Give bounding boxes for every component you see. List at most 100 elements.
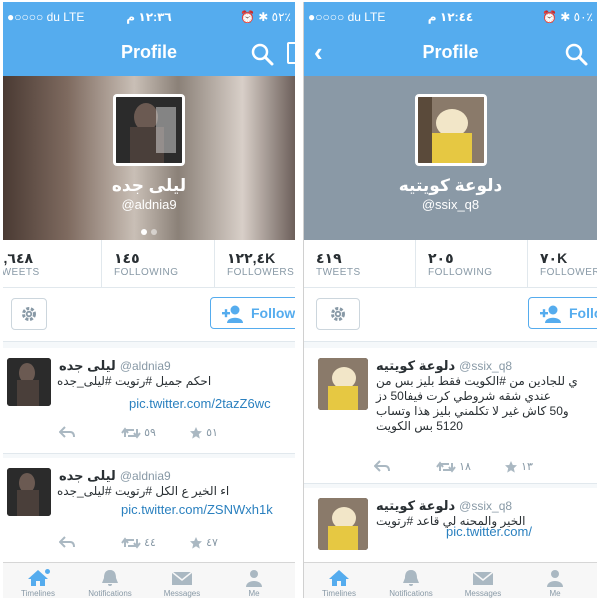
favorite-count: ١٣ [521,461,533,473]
add-user-icon [222,305,243,323]
tab-label: Me [248,589,260,598]
profile-header: ليلى جده @aldnia9 [3,76,295,240]
follow-label: Follow [251,305,295,321]
gear-icon [331,307,345,321]
favorite-count: ٥١ [206,427,218,439]
person-icon [547,570,563,587]
tweet-author-name[interactable]: ليلى جده [59,358,116,373]
profile-name: ليلى جده [111,176,187,195]
stat-following-value: ٢٠٥ [428,250,454,266]
favorite-button[interactable]: ١٣ [504,460,533,474]
stat-tweets[interactable]: ٤١٩ TWEETS [304,240,416,288]
tab-me[interactable]: Me [520,563,590,598]
stat-following-label: FOLLOWING [114,267,179,278]
tweet-header: دلوعة كويتيه @ssix_q8 [376,497,512,515]
status-bar: ●○○○○ du LTE ١٢:٤٤ م ⏰ ✱ ٥٠٪ [304,2,597,32]
bell-icon [403,570,419,586]
tab-messages[interactable]: Messages [448,563,518,598]
gear-icon [22,307,36,321]
page-title: Profile [422,42,479,62]
star-icon [190,537,202,549]
star-icon [190,427,202,439]
retweet-button[interactable]: ٤٤ [121,536,156,549]
search-icon[interactable] [563,41,589,67]
retweet-icon [121,537,141,549]
tweet-author-name[interactable]: ليلى جده [59,468,116,483]
retweet-icon [121,427,141,439]
profile-stats: ٤,٦٤٨ TWEETS ١٤٥ FOLLOWING ١٢٢,٤K FOLLOW… [3,240,295,288]
tweet-media-link[interactable]: pic.twitter.com/2tazZ6wc [129,396,271,411]
tweet-media-link[interactable]: pic.twitter.com/ZSNWxh1k [121,502,273,517]
tweet-author-handle[interactable]: @ssix_q8 [459,499,512,513]
tweet-avatar[interactable] [318,498,368,550]
tab-notifications[interactable]: Notifications [75,563,145,598]
profile-header: دلوعة كويتيه @ssix_q8 [304,76,597,240]
tweet-avatar[interactable] [7,358,51,406]
tab-notifications[interactable]: Notifications [376,563,446,598]
stat-following-label: FOLLOWING [428,267,493,278]
retweet-button[interactable]: ١٨ [436,460,471,473]
header-page-indicator[interactable] [3,222,295,240]
tweet-author-name[interactable]: دلوعة كويتيه [376,498,455,513]
reply-button[interactable] [373,460,390,472]
tweet-author-handle[interactable]: @ssix_q8 [459,359,512,373]
stat-following[interactable]: ١٤٥ FOLLOWING [102,240,215,288]
tweet-avatar[interactable] [318,358,368,410]
stat-following-value: ١٤٥ [114,250,140,266]
reply-icon [58,426,75,438]
favorite-button[interactable]: ٤٧ [189,536,218,550]
settings-button[interactable] [316,298,360,330]
person-icon [246,570,262,587]
stat-tweets[interactable]: ٤,٦٤٨ TWEETS [3,240,102,288]
home-icon [329,570,349,586]
profile-avatar [414,94,487,166]
stat-tweets-value: ٤,٦٤٨ [3,250,34,266]
reply-icon [58,536,75,548]
status-bar: ●○○○○ du LTE ١٢:٣٦ م ⏰ ✱ ٥٢٪ [3,2,295,32]
tweet-author-handle[interactable]: @aldnia9 [120,469,171,483]
tab-timelines[interactable]: Timelines [304,563,374,598]
tweet-author-name[interactable]: دلوعة كويتيه [376,358,455,373]
tweet-avatar[interactable] [7,468,51,516]
stat-following[interactable]: ٢٠٥ FOLLOWING [416,240,528,288]
reply-button[interactable] [58,426,75,438]
tab-timelines[interactable]: Timelines [3,563,73,598]
tweet-item[interactable]: ليلى جده @aldnia9 اء الخير ع الكل #رتويت … [3,458,295,564]
search-icon[interactable] [249,41,275,67]
tab-messages[interactable]: Messages [147,563,217,598]
profile-actions: Follow [3,288,295,342]
follow-button[interactable]: Follow [528,297,597,329]
stat-followers-label: FOLLOWERS [227,267,295,278]
stat-followers[interactable]: ١٢٢,٤K FOLLOWERS [215,240,295,288]
stat-tweets-label: TWEETS [3,267,40,278]
profile-handle: @aldnia9 [121,197,177,212]
tab-bar: Timelines Notifications Messages Me [304,562,597,598]
reply-button[interactable] [58,536,75,548]
stat-followers-value: ٧٠K [540,250,568,266]
profile-avatar [113,94,185,166]
tweet-item[interactable]: دلوعة كويتيه @ssix_q8 ي للجادين من #الكوي… [304,348,597,484]
tweet-item[interactable]: ليلى جده @aldnia9 احكم جميل #رتويت #ليلى_… [3,348,295,454]
profile-name: دلوعة كويتيه [398,176,503,195]
retweet-count: ٥٩ [144,427,156,439]
tab-me[interactable]: Me [219,563,289,598]
tab-label: Timelines [21,589,55,598]
tab-label: Notifications [389,589,433,598]
tweet-media-link[interactable]: pic.twitter.com/ [446,524,532,539]
follow-button[interactable]: Follow [210,297,295,329]
settings-button[interactable] [11,298,47,330]
tab-label: Timelines [322,589,356,598]
tweet-author-handle[interactable]: @aldnia9 [120,359,171,373]
retweet-icon [436,461,456,473]
compose-icon[interactable] [287,42,295,64]
tweet-actions: ٥٩ ٥١ [58,426,259,442]
tab-bar: Timelines Notifications Messages Me [3,562,295,598]
follow-label: Follow [569,305,597,321]
unread-dot [45,569,50,574]
envelope-icon [472,571,494,585]
retweet-button[interactable]: ٥٩ [121,426,156,439]
favorite-count: ٤٧ [206,537,218,549]
stat-followers[interactable]: ٧٠K FOLLOWERS [528,240,597,288]
nav-bar: ‹ Profile [304,32,597,76]
favorite-button[interactable]: ٥١ [189,426,218,440]
